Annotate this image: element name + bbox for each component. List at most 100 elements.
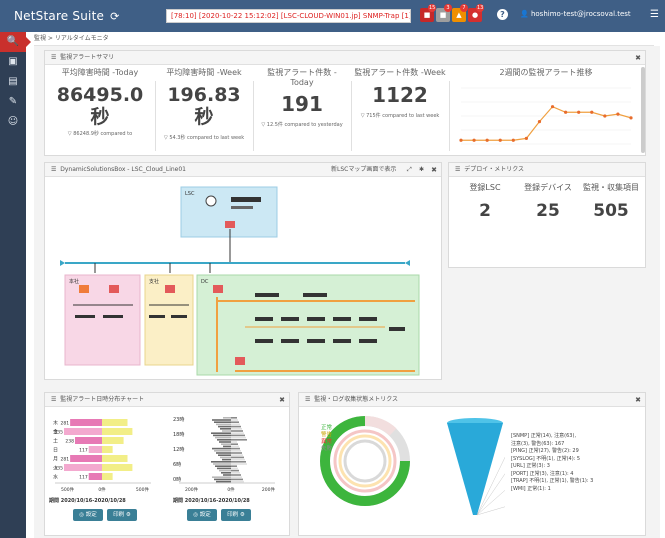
row-label: 18時 xyxy=(173,432,184,438)
row-label: 月 xyxy=(53,457,58,463)
panel-header: ☰ 監視アラートサマリ ✖ xyxy=(45,51,645,65)
weekday-chart: 木 281金335土 238日 117月 281火335水 117500件 0件 500件 xyxy=(53,419,151,493)
app-title: NetStare Suite xyxy=(14,9,105,23)
trend-point xyxy=(616,112,620,116)
gauge-label: 異常 xyxy=(321,437,333,445)
row-value: 117 xyxy=(79,475,88,481)
scrollbar[interactable] xyxy=(641,67,645,153)
bar-right xyxy=(231,428,242,430)
metric-value: 25 xyxy=(536,201,560,221)
chart-title: 2週間の監視アラート推移 xyxy=(499,68,593,77)
stat-avg-today: 平均障害時間 -Today 86495.0秒 ▽ 86248.9秒 compar… xyxy=(53,67,147,137)
list-icon: ☰ xyxy=(51,54,57,61)
bar-left xyxy=(64,464,102,471)
warning-badge: 7 xyxy=(460,4,468,12)
bar-left xyxy=(215,436,231,439)
trend-point xyxy=(603,114,607,118)
hamburger-menu-icon[interactable]: ☰ xyxy=(650,9,659,20)
bar-left xyxy=(215,465,231,467)
bar-left xyxy=(88,473,102,480)
axis-tick-label: 500件 xyxy=(136,486,150,493)
list-icon: ☰ xyxy=(455,166,461,173)
panel-title: デプロイ・メトリクス xyxy=(464,166,525,173)
axis-tick-label: 0件 xyxy=(227,486,235,493)
hour-chart: 23時 18時 12時 6時 0時 200件 0件 200件 xyxy=(173,417,275,493)
expand-icon[interactable]: ⤢ xyxy=(407,163,412,176)
network-topology-map[interactable]: LSC 本社 支社 DC xyxy=(45,177,441,379)
users-icon[interactable]: ☺ xyxy=(0,112,26,132)
help-icon[interactable]: ? xyxy=(497,9,508,20)
bookmark-icon[interactable]: ▤ xyxy=(0,72,26,92)
print-button[interactable]: 印刷 ⚙ xyxy=(221,509,251,521)
bar-right xyxy=(231,447,240,450)
metric-label: 監視・収集項目 xyxy=(583,183,639,192)
stat-label: 監視アラート件数 -Week xyxy=(354,68,446,77)
funnel-chart xyxy=(447,418,505,516)
stat-sub: ▽ 86248.9秒 compared to xyxy=(67,131,133,137)
bar-right xyxy=(231,454,243,456)
print-button[interactable]: 印刷 ⚙ xyxy=(107,509,137,521)
close-icon[interactable]: ✖ xyxy=(279,393,285,406)
user-menu[interactable]: 👤 hoshimo-test@jrocsoval.test xyxy=(520,10,631,18)
bar-right xyxy=(102,455,128,462)
metric-value: 505 xyxy=(593,201,629,221)
trend-point xyxy=(472,138,476,142)
funnel-line: [PING] 正常(27), 警告(2): 29 xyxy=(511,448,579,454)
row-label: 水 xyxy=(53,474,58,481)
map-view-link[interactable]: 新LSCマップ画面で表示 xyxy=(331,163,396,176)
trend-point xyxy=(459,138,463,142)
stat-value: 86495.0秒 xyxy=(56,84,144,128)
wrench-icon[interactable]: ✎ xyxy=(0,92,26,112)
bar-left xyxy=(216,423,231,426)
stat-avg-week: 平均障害時間 -Week 196.83秒 ▽ 54.3秒 compared to… xyxy=(158,67,250,141)
bar-left xyxy=(218,454,231,456)
row-label: 6時 xyxy=(173,462,181,468)
user-icon: 👤 xyxy=(520,10,529,18)
bar-right xyxy=(231,480,244,483)
stat-sub: ▽ 12.5件 compared to yesterday xyxy=(261,122,343,128)
bar-left xyxy=(70,455,102,462)
lsc-area xyxy=(180,186,278,238)
bar-right xyxy=(231,417,237,419)
bar-right xyxy=(231,458,245,461)
info-badge: 3 xyxy=(444,4,452,12)
bar-right xyxy=(231,474,241,476)
trend-chart-svg xyxy=(459,87,633,145)
trend-line xyxy=(461,105,632,141)
settings-button[interactable]: ◎ 設定 xyxy=(187,509,217,521)
panel-header: ☰ DynamicSolutionsBox - LSC_Cloud_Line01… xyxy=(45,163,441,177)
bar-left xyxy=(214,450,231,452)
stat-value: 191 xyxy=(281,92,323,116)
dashboard-icon[interactable]: ▣ xyxy=(0,52,26,72)
settings-button[interactable]: ◎ 設定 xyxy=(73,509,103,521)
list-icon: ☰ xyxy=(305,396,311,403)
row-label: 日 xyxy=(53,448,58,454)
bar-right xyxy=(231,434,245,437)
search-icon[interactable]: 🔍 xyxy=(0,32,31,52)
bar-right xyxy=(231,445,239,448)
settings-icon[interactable]: ✱ xyxy=(419,163,424,176)
funnel-line: [TRAP] 不明(1), 正常(1), 警告(1): 3 xyxy=(511,478,594,484)
dc-area xyxy=(196,274,420,376)
divider xyxy=(253,81,254,151)
row-value: 281 xyxy=(61,421,70,427)
refresh-icon[interactable]: ⟳ xyxy=(110,10,119,23)
bar-left xyxy=(70,419,102,426)
funnel-line: [URL] 正常(3): 3 xyxy=(511,463,550,469)
funnel-line: [PORT] 正常(3), 注意(1): 4 xyxy=(511,470,574,477)
alert-distribution-panel: ☰ 監視アラート日時分布チャート ✖ 木 281 金 335 土 238 日 117 月 281 火… xyxy=(44,392,290,536)
close-icon[interactable]: ✖ xyxy=(431,163,437,176)
stat-value: 1122 xyxy=(372,83,428,107)
alert-ticker[interactable]: [78:10] [2020-10-22 15:12:02] [LSC-CLOUD… xyxy=(166,9,411,23)
log-metrics-panel: ☰ 監視・ログ収集状態メトリクス ✖ 正常 警告 異常 失敗 [SNMP] 正常… xyxy=(298,392,646,536)
metric-items: 監視・収集項目 505 xyxy=(581,183,641,221)
row-label: 23時 xyxy=(173,417,184,423)
bar-right xyxy=(231,465,237,467)
bar-right xyxy=(231,461,246,463)
row-label: 木 xyxy=(53,420,58,427)
close-icon[interactable]: ✖ xyxy=(635,393,641,406)
close-icon[interactable]: ✖ xyxy=(635,51,641,64)
branch-area xyxy=(64,274,141,366)
bar-right xyxy=(231,476,242,478)
gauge-label: 警告 xyxy=(321,430,333,438)
